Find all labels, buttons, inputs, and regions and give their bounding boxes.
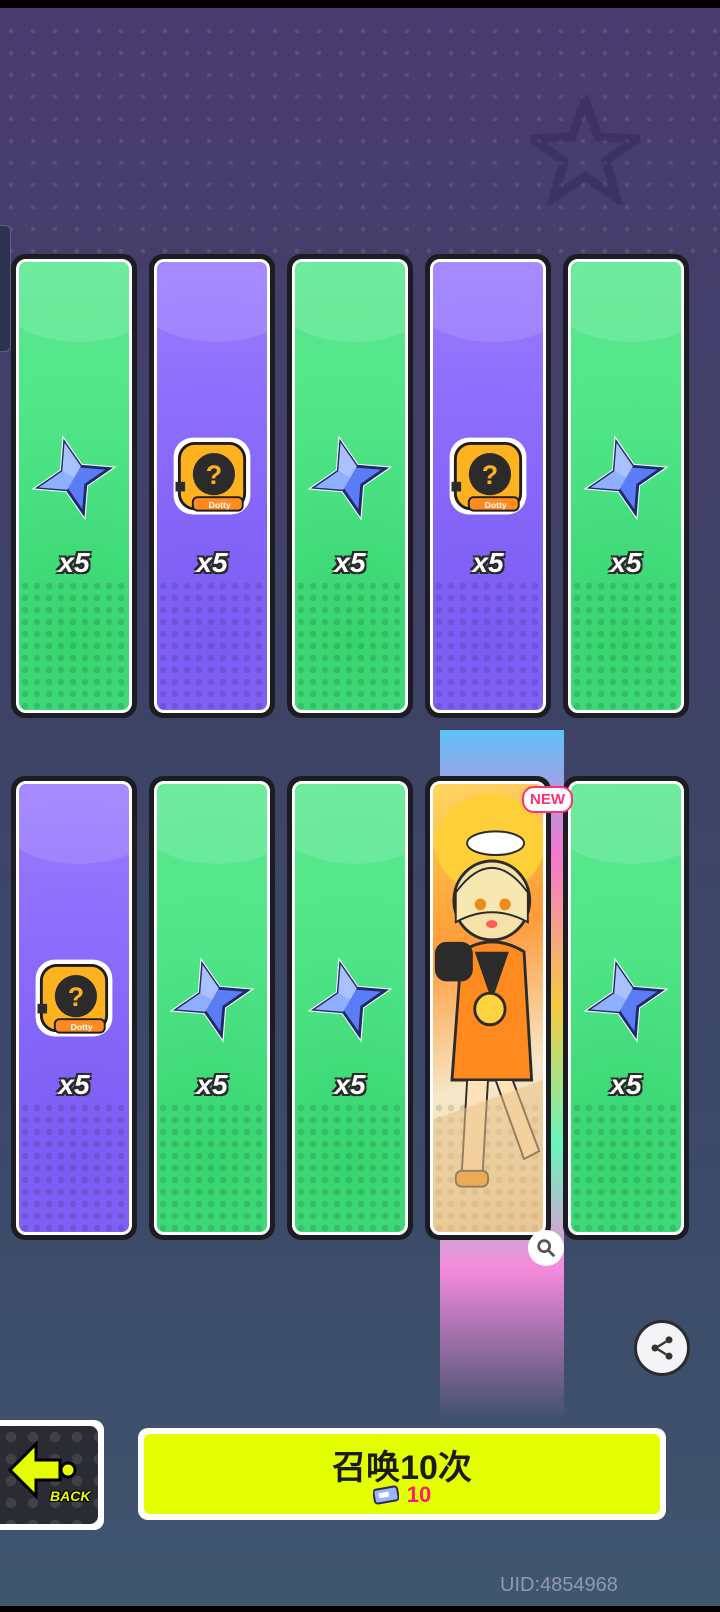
- reward-quantity: x5: [196, 1069, 228, 1100]
- svg-text:Dotty: Dotty: [71, 1022, 93, 1032]
- card-frame: x5: [568, 781, 684, 1235]
- summon-cost-value: 10: [406, 1482, 432, 1507]
- card-frame: x5: [16, 259, 132, 713]
- reward-quantity: x5: [334, 1069, 366, 1100]
- reward-grid: x5 ? Dotty x5 x5 ? Dotty x5 x5 ? Dotty x…: [0, 0, 720, 1280]
- reward-card[interactable]: x5: [287, 776, 413, 1240]
- reward-quantity: x5: [610, 1069, 642, 1100]
- star-crystal-icon: [169, 957, 255, 1043]
- card-frame: [430, 781, 546, 1235]
- star-crystal-icon: [583, 435, 669, 521]
- reward-card[interactable]: ? Dotty x5: [149, 254, 275, 718]
- new-badge: NEW: [522, 786, 573, 813]
- reward-card-character[interactable]: [425, 776, 551, 1240]
- svg-text:?: ?: [68, 982, 84, 1012]
- character-portrait: [433, 793, 543, 1232]
- star-crystal-icon: [307, 435, 393, 521]
- reward-card[interactable]: x5: [149, 776, 275, 1240]
- dotty-mystery-icon: ? Dotty: [35, 959, 113, 1037]
- reward-quantity: x5: [610, 547, 642, 578]
- card-frame: x5: [292, 259, 408, 713]
- dotty-mystery-icon: ? Dotty: [173, 437, 251, 515]
- share-button[interactable]: [634, 1320, 690, 1376]
- share-icon: [651, 1336, 673, 1360]
- card-frame: ? Dotty x5: [154, 259, 270, 713]
- star-crystal-icon: [31, 435, 117, 521]
- back-label: BACK: [50, 1488, 91, 1504]
- star-crystal-icon: [307, 957, 393, 1043]
- card-frame: x5: [568, 259, 684, 713]
- reward-card[interactable]: x5: [563, 254, 689, 718]
- svg-text:Dotty: Dotty: [485, 500, 507, 510]
- card-frame: ? Dotty x5: [430, 259, 546, 713]
- reward-quantity: x5: [58, 1069, 90, 1100]
- card-frame: x5: [154, 781, 270, 1235]
- summon-cost: 10: [144, 1482, 660, 1508]
- reward-card[interactable]: ? Dotty x5: [11, 776, 137, 1240]
- svg-text:Dotty: Dotty: [209, 500, 231, 510]
- reward-card[interactable]: ? Dotty x5: [425, 254, 551, 718]
- magnify-icon[interactable]: [528, 1230, 564, 1266]
- summon-10-button[interactable]: 召唤10次 10: [138, 1428, 666, 1520]
- reward-card[interactable]: x5: [563, 776, 689, 1240]
- ticket-icon: [372, 1485, 399, 1505]
- reward-card[interactable]: x5: [11, 254, 137, 718]
- uid-label: UID:4854968: [500, 1574, 618, 1596]
- back-button[interactable]: BACK: [0, 1420, 104, 1530]
- reward-quantity: x5: [334, 547, 366, 578]
- reward-quantity: x5: [472, 547, 504, 578]
- svg-text:?: ?: [206, 460, 222, 490]
- star-crystal-icon: [583, 957, 669, 1043]
- reward-quantity: x5: [58, 547, 90, 578]
- dotty-mystery-icon: ? Dotty: [449, 437, 527, 515]
- card-frame: ? Dotty x5: [16, 781, 132, 1235]
- svg-text:?: ?: [482, 460, 498, 490]
- reward-quantity: x5: [196, 547, 228, 578]
- bottom-bar: [0, 1606, 720, 1612]
- card-frame: x5: [292, 781, 408, 1235]
- reward-card[interactable]: x5: [287, 254, 413, 718]
